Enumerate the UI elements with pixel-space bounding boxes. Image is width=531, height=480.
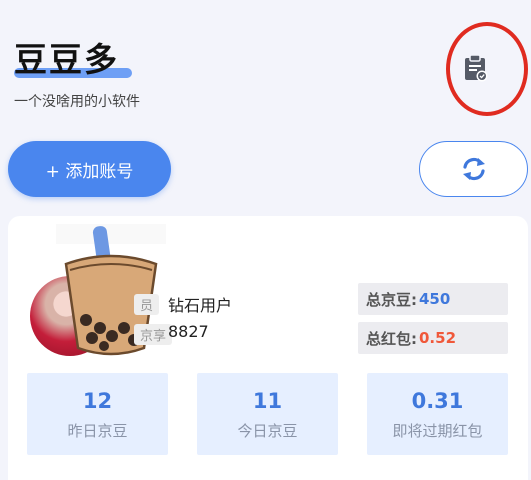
total-beans-label: 总京豆:: [366, 290, 417, 309]
app-header: 豆豆多: [14, 40, 132, 80]
add-account-button[interactable]: + 添加账号: [8, 141, 171, 197]
stat-tile-today-beans: 11 今日京豆: [197, 373, 338, 455]
refresh-icon: [462, 157, 485, 181]
member-level-value: 钻石用户: [168, 296, 233, 315]
member-id-value: 8827: [168, 322, 209, 341]
stat-tile-yesterday-beans: 12 昨日京豆: [27, 373, 168, 455]
clipboard-button[interactable]: [460, 52, 492, 84]
member-id-label: 京享: [134, 324, 173, 345]
stat-value: 0.31: [411, 388, 464, 413]
total-redpacket-label: 总红包:: [366, 329, 417, 348]
stat-label: 今日京豆: [237, 421, 298, 440]
stat-value: 11: [252, 388, 283, 413]
clipboard-icon: [465, 54, 488, 82]
app-subtitle: 一个没啥用的小软件: [14, 94, 140, 110]
refresh-button[interactable]: [419, 141, 528, 197]
total-redpacket-value: 0.52: [419, 329, 457, 347]
total-redpacket-pill: 总红包: 0.52: [358, 322, 508, 354]
total-beans-value: 450: [419, 290, 451, 308]
total-beans-pill: 总京豆: 450: [358, 283, 508, 315]
stat-label: 昨日京豆: [67, 421, 128, 440]
app-title: 豆豆多: [14, 40, 119, 79]
member-level-label: 员: [134, 294, 160, 315]
stat-label: 即将过期红包: [392, 421, 483, 440]
stat-tile-expiring-redpacket: 0.31 即将过期红包: [367, 373, 508, 455]
stat-value: 12: [82, 388, 113, 413]
